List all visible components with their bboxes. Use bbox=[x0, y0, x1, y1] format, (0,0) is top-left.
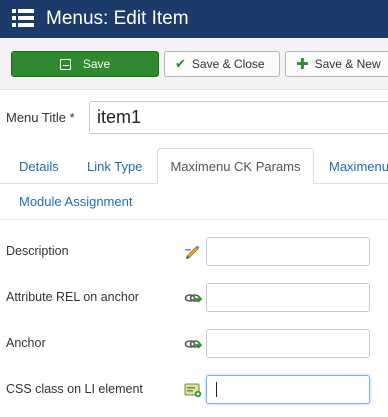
css-class-icon bbox=[184, 383, 202, 398]
text-caret bbox=[216, 382, 217, 397]
check-icon: ✔ bbox=[175, 56, 186, 71]
description-label: Description bbox=[6, 244, 69, 258]
css-class-input[interactable] bbox=[206, 375, 370, 404]
page-title: Menus: Edit Item bbox=[46, 8, 189, 29]
anchor-input[interactable] bbox=[206, 329, 370, 358]
tab-link-type[interactable]: Link Type bbox=[87, 159, 142, 174]
link-arrow-icon bbox=[184, 294, 202, 303]
app-header: Menus: Edit Item bbox=[0, 0, 388, 38]
rel-attribute-label: Attribute REL on anchor bbox=[6, 290, 139, 304]
tab-maximenu[interactable]: Maximenu bbox=[329, 159, 388, 174]
save-new-button[interactable]: ✚ Save & New bbox=[285, 51, 388, 77]
save-new-label: Save & New bbox=[314, 57, 381, 71]
menu-title-label: Menu Title * bbox=[6, 110, 75, 125]
pencil-edit-icon bbox=[185, 245, 200, 259]
save-button-label: Save bbox=[82, 57, 111, 71]
menu-list-icon bbox=[12, 9, 34, 27]
save-button[interactable]: Save bbox=[11, 51, 159, 77]
css-class-label: CSS class on LI element bbox=[6, 382, 143, 396]
rel-attribute-input[interactable] bbox=[206, 283, 370, 312]
tab-details[interactable]: Details bbox=[19, 159, 59, 174]
save-close-button[interactable]: ✔ Save & Close bbox=[164, 51, 280, 77]
description-input[interactable] bbox=[206, 237, 370, 266]
tab-maximenu-ck-params[interactable]: Maximenu CK Params bbox=[157, 148, 314, 185]
menu-title-input[interactable]: item1 bbox=[89, 101, 388, 134]
edit-icon bbox=[59, 58, 71, 70]
tab-bar: Details Link Type Maximenu CK Params Max… bbox=[0, 148, 388, 220]
toolbar: Save ✔ Save & Close ✚ Save & New bbox=[0, 38, 388, 90]
tab-module-assignment[interactable]: Module Assignment bbox=[19, 194, 132, 209]
link-arrow-icon bbox=[184, 340, 202, 349]
tab-bottom-divider bbox=[0, 219, 388, 220]
plus-icon: ✚ bbox=[296, 56, 309, 73]
save-close-label: Save & Close bbox=[191, 57, 265, 71]
anchor-label: Anchor bbox=[6, 336, 46, 350]
